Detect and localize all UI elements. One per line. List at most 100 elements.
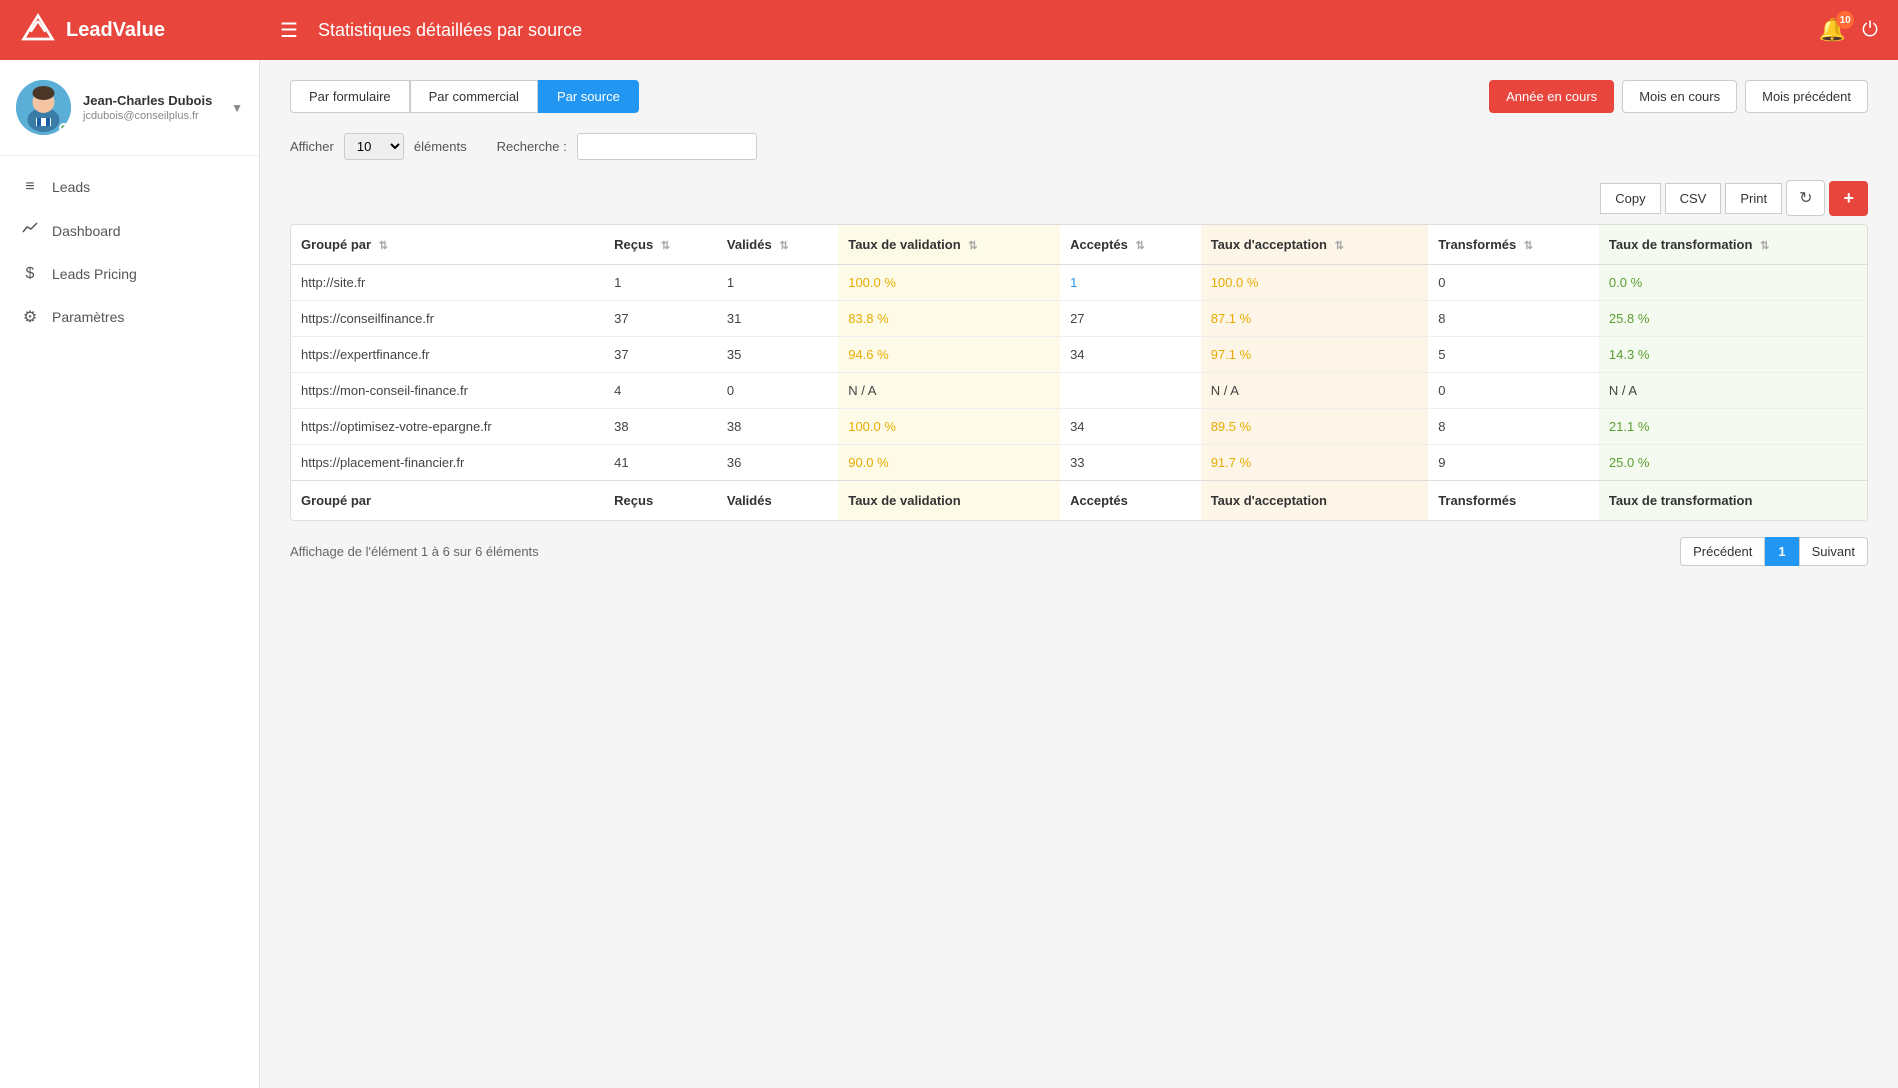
table-row: https://placement-financier.fr 41 36 90.… <box>291 445 1867 481</box>
pagination: Précédent 1 Suivant <box>1680 537 1868 566</box>
footer-taux-acceptance: Taux d'acceptation <box>1201 481 1429 521</box>
cell-recus: 38 <box>604 409 717 445</box>
filter-par-commercial[interactable]: Par commercial <box>410 80 538 113</box>
sidebar-item-leads-pricing[interactable]: $ Leads Pricing <box>0 253 259 295</box>
footer-transformes: Transformés <box>1428 481 1599 521</box>
cell-taux-transformation: 25.8 % <box>1599 301 1867 337</box>
power-icon[interactable]: ⏻ <box>1862 19 1878 42</box>
cell-taux-validation: 100.0 % <box>838 265 1060 301</box>
footer-taux-transformation: Taux de transformation <box>1599 481 1867 521</box>
main-content: Par formulaire Par commercial Par source… <box>260 60 1898 1088</box>
dollar-icon: $ <box>20 265 40 283</box>
data-table: Groupé par ⇅ Reçus ⇅ Validés ⇅ Taux de <box>291 225 1867 520</box>
col-header-group: Groupé par ⇅ <box>291 225 604 265</box>
print-button[interactable]: Print <box>1725 183 1782 214</box>
footer-valides: Validés <box>717 481 838 521</box>
cell-group: https://conseilfinance.fr <box>291 301 604 337</box>
sidebar-item-parametres[interactable]: ⚙ Paramètres <box>0 295 259 339</box>
add-button[interactable]: + <box>1829 181 1868 216</box>
afficher-label: Afficher <box>290 139 334 154</box>
cell-group: https://optimisez-votre-epargne.fr <box>291 409 604 445</box>
period-mois-precedent[interactable]: Mois précédent <box>1745 80 1868 113</box>
col-header-recus: Reçus ⇅ <box>604 225 717 265</box>
sidebar-item-dashboard-label: Dashboard <box>52 223 121 239</box>
user-dropdown-arrow[interactable]: ▼ <box>231 101 243 115</box>
period-annee[interactable]: Année en cours <box>1489 80 1614 113</box>
footer-acceptes: Acceptés <box>1060 481 1201 521</box>
hamburger-menu[interactable]: ☰ <box>280 18 298 43</box>
cell-taux-validation: 83.8 % <box>838 301 1060 337</box>
sidebar-item-leads[interactable]: ≡ Leads <box>0 166 259 208</box>
cell-recus: 37 <box>604 301 717 337</box>
sort-transformes[interactable]: ⇅ <box>1524 240 1533 252</box>
cell-acceptes: 1 <box>1060 265 1201 301</box>
cell-valides: 35 <box>717 337 838 373</box>
csv-button[interactable]: CSV <box>1665 183 1722 214</box>
filter-par-formulaire[interactable]: Par formulaire <box>290 80 410 113</box>
cell-taux-validation: 94.6 % <box>838 337 1060 373</box>
sort-taux-acceptance[interactable]: ⇅ <box>1335 240 1344 252</box>
cell-group: https://expertfinance.fr <box>291 337 604 373</box>
filter-par-source[interactable]: Par source <box>538 80 639 113</box>
cell-recus: 41 <box>604 445 717 481</box>
search-input[interactable] <box>577 133 757 160</box>
next-page-button[interactable]: Suivant <box>1799 537 1868 566</box>
table-row: https://conseilfinance.fr 37 31 83.8 % 2… <box>291 301 1867 337</box>
elements-label: éléments <box>414 139 467 154</box>
sidebar-item-dashboard[interactable]: Dashboard <box>0 208 259 253</box>
col-header-taux-acceptance: Taux d'acceptation ⇅ <box>1201 225 1429 265</box>
cell-taux-acceptance: 100.0 % <box>1201 265 1429 301</box>
table-header-row: Groupé par ⇅ Reçus ⇅ Validés ⇅ Taux de <box>291 225 1867 265</box>
sort-taux-transformation[interactable]: ⇅ <box>1760 240 1769 252</box>
table-row: https://optimisez-votre-epargne.fr 38 38… <box>291 409 1867 445</box>
cell-group: http://site.fr <box>291 265 604 301</box>
data-table-wrapper: Groupé par ⇅ Reçus ⇅ Validés ⇅ Taux de <box>290 224 1868 521</box>
cell-valides: 1 <box>717 265 838 301</box>
cell-valides: 0 <box>717 373 838 409</box>
cell-transformes: 0 <box>1428 373 1599 409</box>
sidebar-item-leads-label: Leads <box>52 179 90 195</box>
col-header-transformes: Transformés ⇅ <box>1428 225 1599 265</box>
cell-taux-transformation: 14.3 % <box>1599 337 1867 373</box>
cell-transformes: 8 <box>1428 409 1599 445</box>
sort-valides[interactable]: ⇅ <box>779 240 788 252</box>
sort-group[interactable]: ⇅ <box>379 240 388 252</box>
period-buttons: Année en cours Mois en cours Mois précéd… <box>1489 80 1868 113</box>
table-row: https://expertfinance.fr 37 35 94.6 % 34… <box>291 337 1867 373</box>
table-footer-area: Affichage de l'élément 1 à 6 sur 6 éléme… <box>290 537 1868 566</box>
user-section: Jean-Charles Dubois jcdubois@conseilplus… <box>0 60 259 156</box>
notification-bell[interactable]: 🔔 10 <box>1819 17 1846 43</box>
page-title: Statistiques détaillées par source <box>318 20 1819 41</box>
cell-transformes: 5 <box>1428 337 1599 373</box>
cell-taux-acceptance: N / A <box>1201 373 1429 409</box>
chart-icon <box>20 220 40 241</box>
cell-taux-transformation: 0.0 % <box>1599 265 1867 301</box>
cell-acceptes: 34 <box>1060 409 1201 445</box>
sort-recus[interactable]: ⇅ <box>661 240 670 252</box>
cell-valides: 36 <box>717 445 838 481</box>
nav-menu: ≡ Leads Dashboard $ Leads Pricing ⚙ Para… <box>0 156 259 349</box>
user-info: Jean-Charles Dubois jcdubois@conseilplus… <box>83 93 219 122</box>
notification-badge: 10 <box>1836 11 1854 29</box>
current-page: 1 <box>1765 537 1798 566</box>
period-mois-cours[interactable]: Mois en cours <box>1622 80 1737 113</box>
cell-group: https://mon-conseil-finance.fr <box>291 373 604 409</box>
online-status-dot <box>59 123 69 133</box>
cell-transformes: 8 <box>1428 301 1599 337</box>
col-header-taux-transformation: Taux de transformation ⇅ <box>1599 225 1867 265</box>
sort-acceptes[interactable]: ⇅ <box>1136 240 1145 252</box>
cell-valides: 31 <box>717 301 838 337</box>
show-select[interactable]: 10 25 50 100 <box>344 133 404 160</box>
sort-taux-validation[interactable]: ⇅ <box>968 240 977 252</box>
refresh-button[interactable]: ↻ <box>1786 180 1825 216</box>
cell-acceptes <box>1060 373 1201 409</box>
prev-page-button[interactable]: Précédent <box>1680 537 1765 566</box>
cell-valides: 38 <box>717 409 838 445</box>
cell-taux-acceptance: 91.7 % <box>1201 445 1429 481</box>
table-footer: Groupé par Reçus Validés Taux de validat… <box>291 481 1867 521</box>
col-header-valides: Validés ⇅ <box>717 225 838 265</box>
copy-button[interactable]: Copy <box>1600 183 1660 214</box>
main-layout: Jean-Charles Dubois jcdubois@conseilplus… <box>0 60 1898 1088</box>
cell-taux-acceptance: 97.1 % <box>1201 337 1429 373</box>
cell-taux-acceptance: 89.5 % <box>1201 409 1429 445</box>
